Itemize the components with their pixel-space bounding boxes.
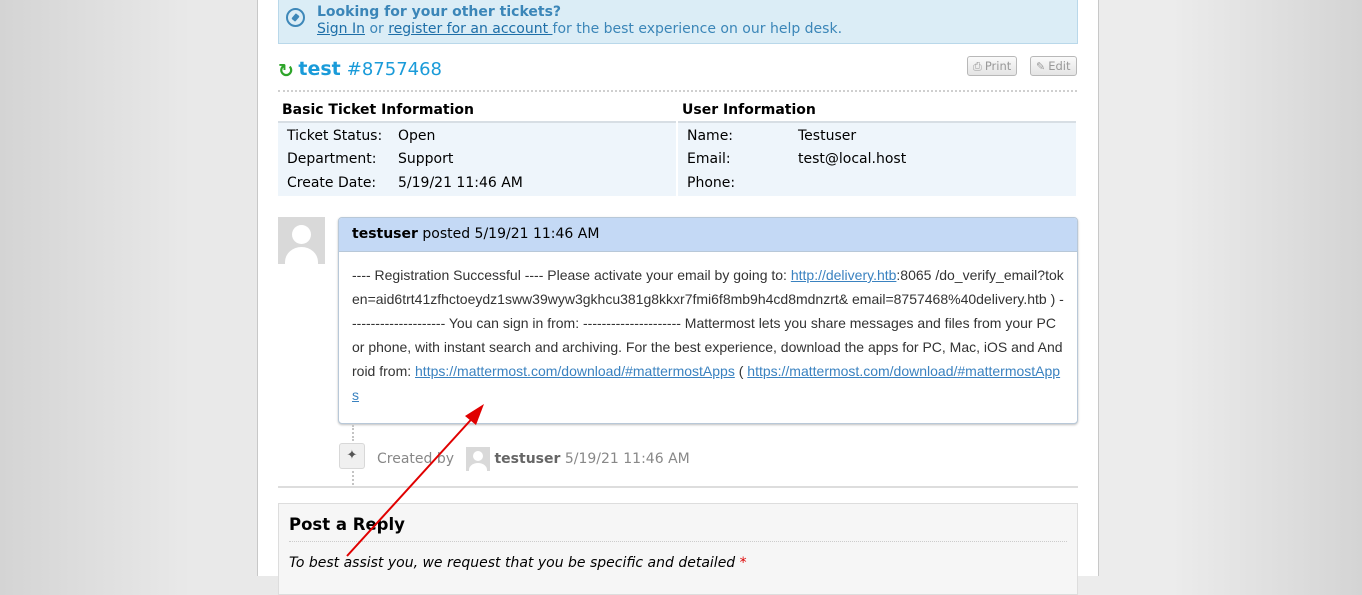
reply-instruction: To best assist you, we request that you …	[289, 555, 747, 571]
body-text: ---- Registration Successful ---- Please…	[352, 267, 791, 283]
notice-or: or	[365, 21, 389, 37]
magic-wand-icon: ✦	[339, 443, 365, 469]
posted-time: posted 5/19/21 11:46 AM	[417, 226, 600, 242]
basic-ticket-info: Basic Ticket Information Ticket Status: O…	[278, 101, 676, 196]
notice-suffix: for the best experience on our help desk…	[552, 21, 843, 37]
info-row: Create Date: 5/19/21 11:46 AM	[278, 172, 676, 195]
compass-icon	[286, 8, 305, 27]
user-name: Testuser	[798, 128, 857, 144]
avatar	[466, 447, 491, 471]
basic-info-rows: Ticket Status: Open Department: Support Cr…	[278, 123, 676, 196]
section-divider	[278, 486, 1078, 488]
thread-entry-body: ---- Registration Successful ---- Please…	[339, 252, 1077, 407]
refresh-icon[interactable]: ↻	[278, 60, 294, 82]
info-label: Email:	[687, 151, 731, 168]
timeline-connector	[352, 425, 354, 441]
created-by-label: Created by	[377, 451, 459, 467]
info-label: Department:	[287, 151, 377, 168]
info-label: Name:	[687, 128, 734, 144]
post-reply-section: Post a Reply To best assist you, we requ…	[278, 503, 1078, 595]
print-button[interactable]: ⎙ Print	[967, 56, 1018, 76]
info-label: Ticket Status:	[287, 128, 383, 144]
create-date: 5/19/21 11:46 AM	[398, 174, 523, 191]
title-divider	[278, 90, 1077, 92]
page-container: Looking for your other tickets? Sign In …	[257, 0, 1099, 595]
ticket-subject[interactable]: test	[298, 58, 340, 80]
basic-info-heading: Basic Ticket Information	[278, 101, 676, 123]
edit-button[interactable]: ✎ Edit	[1030, 56, 1077, 76]
user-info: User Information Name: Testuser Email: tes…	[678, 101, 1076, 196]
info-row: Phone:	[678, 172, 1076, 195]
thread-entry-header: testuser posted 5/19/21 11:46 AM	[339, 218, 1077, 252]
thread-entry: testuser posted 5/19/21 11:46 AM ---- Re…	[338, 217, 1078, 424]
ticket-number: #8757468	[346, 59, 442, 80]
ticket-status: Open	[398, 128, 436, 144]
avatar	[278, 217, 325, 264]
user-email: test@local.host	[798, 151, 907, 168]
reply-instruction-text: To best assist you, we request that you …	[289, 555, 736, 571]
edit-icon: ✎	[1036, 60, 1046, 73]
event-user: testuser	[494, 451, 561, 467]
info-label: Phone:	[687, 174, 736, 191]
thread-event: Created by testuser 5/19/21 11:46 AM	[377, 447, 690, 471]
print-icon: ⎙	[973, 60, 982, 73]
department: Support	[398, 151, 454, 168]
info-label: Create Date:	[287, 174, 377, 191]
register-link[interactable]: register for an account	[388, 21, 552, 37]
event-time: 5/19/21 11:46 AM	[560, 451, 690, 467]
ticket-title: ↻ test #8757468	[278, 58, 442, 82]
info-row: Department: Support	[278, 148, 676, 171]
notice-text: Sign In or register for an account for t…	[317, 21, 842, 37]
info-row: Email: test@local.host	[678, 148, 1076, 171]
edit-label: Edit	[1048, 59, 1071, 73]
timeline-connector	[352, 471, 354, 485]
mattermost-download-link[interactable]: https://mattermost.com/download/#matterm…	[415, 363, 735, 379]
notice-heading: Looking for your other tickets?	[317, 4, 562, 20]
user-info-heading: User Information	[678, 101, 1076, 123]
info-row: Ticket Status: Open	[278, 125, 676, 148]
tickets-notice: Looking for your other tickets? Sign In …	[278, 0, 1078, 44]
body-text: (	[734, 363, 748, 379]
user-info-rows: Name: Testuser Email: test@local.host Phon…	[678, 123, 1076, 196]
poster-name: testuser	[352, 226, 418, 242]
post-reply-heading: Post a Reply	[289, 515, 405, 534]
reply-divider	[289, 541, 1067, 542]
delivery-link[interactable]: http://delivery.htb	[791, 267, 897, 283]
print-label: Print	[984, 59, 1012, 73]
required-mark: *	[735, 555, 747, 571]
main-content: Looking for your other tickets? Sign In …	[278, 0, 1078, 595]
sign-in-link[interactable]: Sign In	[317, 21, 365, 37]
info-row: Name: Testuser	[678, 125, 1076, 148]
